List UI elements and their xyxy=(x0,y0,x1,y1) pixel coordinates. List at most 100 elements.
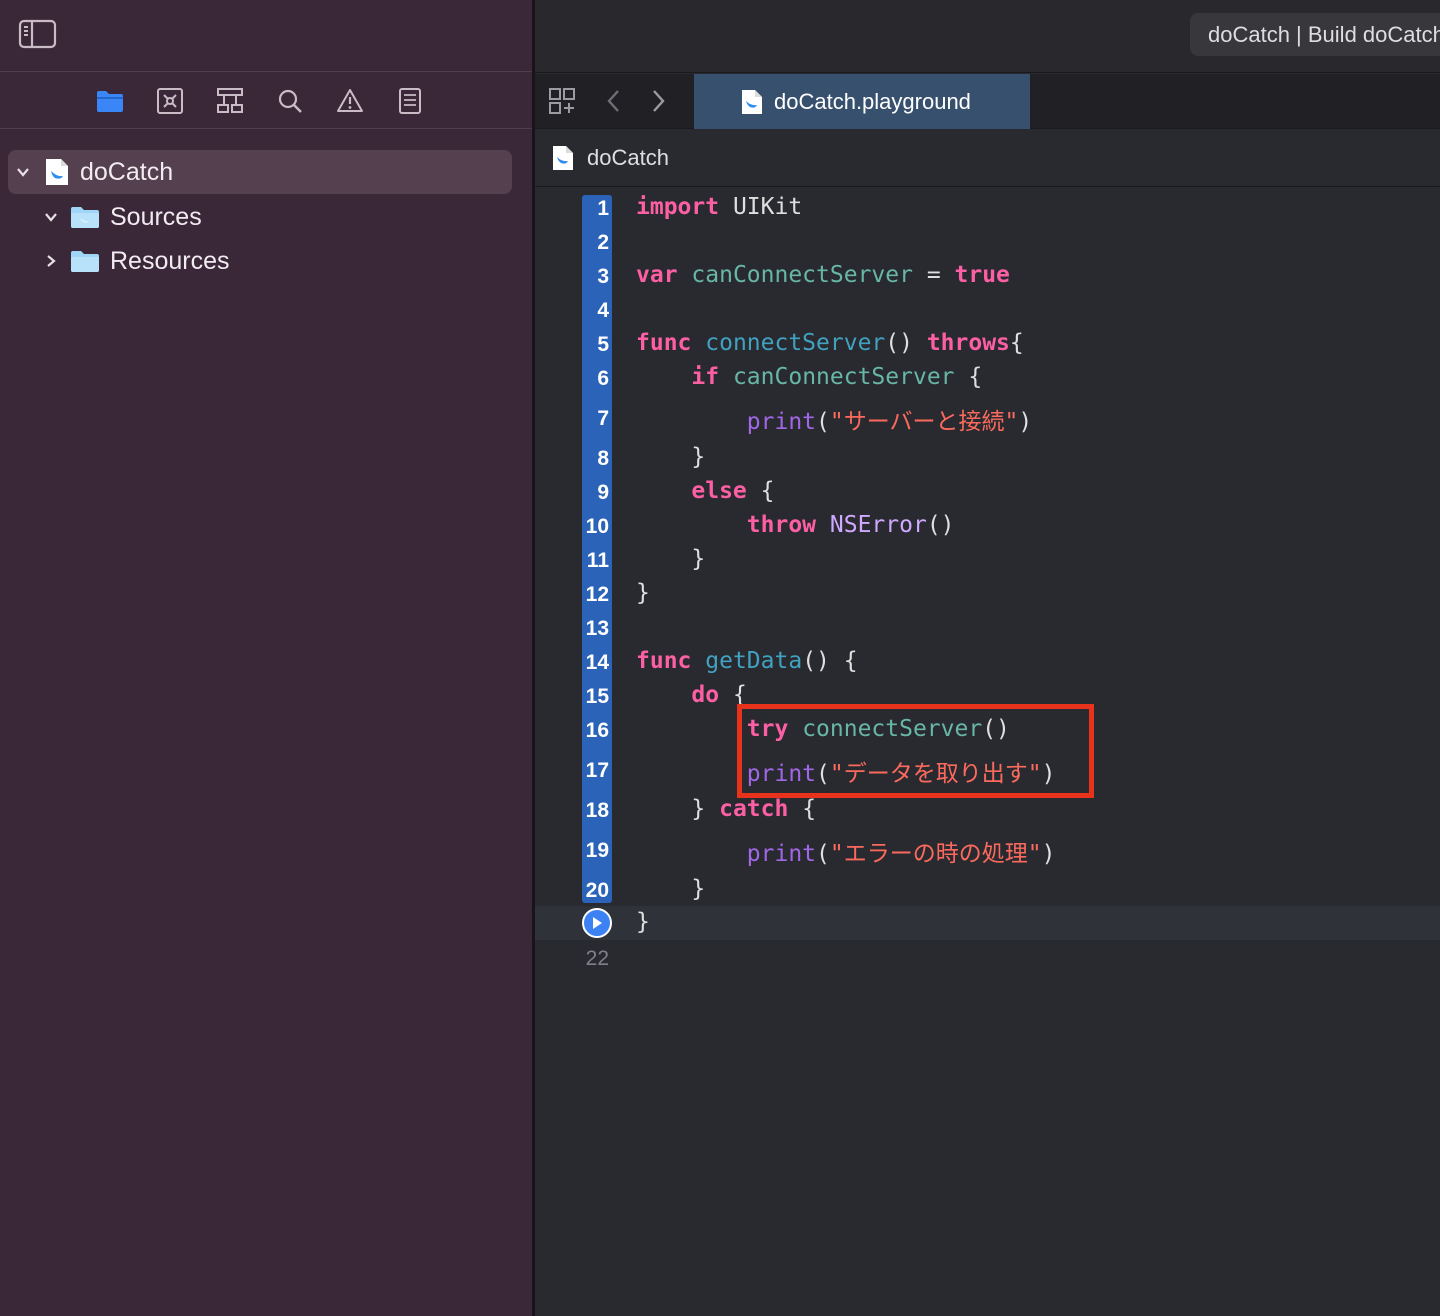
line-number: 20 xyxy=(585,879,609,902)
code-token: } xyxy=(636,546,706,572)
code-line: func connectServer() throws{ xyxy=(636,326,1024,360)
code-line: } xyxy=(636,872,705,906)
code-line: print("サーバーと接続") xyxy=(636,405,1032,439)
code-token: var xyxy=(636,262,678,288)
back-button[interactable] xyxy=(597,84,631,118)
tree-item-docatch[interactable]: doCatch xyxy=(8,150,512,194)
code-token: } xyxy=(636,909,650,935)
run-playground-button[interactable] xyxy=(582,908,612,938)
tree-item-label: doCatch xyxy=(80,157,174,186)
code-token: { xyxy=(954,364,983,390)
line-number: 13 xyxy=(585,617,609,640)
hierarchy-icon xyxy=(217,88,243,113)
code-line: do { xyxy=(636,678,746,712)
tab-report-navigator[interactable] xyxy=(394,85,426,117)
sidebar-toggle-button[interactable] xyxy=(18,18,58,50)
code-line: } xyxy=(636,905,650,939)
code-line: import UIKit xyxy=(636,190,802,224)
code-line: } xyxy=(636,576,650,610)
line-number: 6 xyxy=(597,367,609,390)
code-token: () xyxy=(926,512,955,538)
chevron-right-icon[interactable] xyxy=(36,239,66,283)
tab-docatch-playground[interactable]: doCatch.playground xyxy=(694,74,1030,129)
play-icon xyxy=(593,917,602,929)
editor-area: doCatch | Build doCatch doCatch.playgrou… xyxy=(535,0,1440,1316)
current-line-highlight xyxy=(535,906,1440,940)
line-number: 10 xyxy=(585,515,609,538)
tree-item-resources[interactable]: Resources xyxy=(36,239,512,283)
code-token: "サーバーと接続" xyxy=(829,409,1019,435)
code-line: throw NSError() xyxy=(636,508,955,542)
line-number: 17 xyxy=(585,759,609,782)
line-number: 19 xyxy=(585,839,609,862)
code-token: { xyxy=(1009,330,1024,356)
swift-playground-icon xyxy=(553,146,573,170)
line-number: 18 xyxy=(585,799,609,822)
window-toolbar: doCatch | Build doCatch xyxy=(535,0,1440,73)
code-token: } xyxy=(636,444,706,470)
code-token: = xyxy=(912,262,955,288)
list-icon xyxy=(399,88,421,114)
line-number: 4 xyxy=(597,299,609,322)
code-token: print xyxy=(746,841,817,867)
code-line: print("エラーの時の処理") xyxy=(636,837,1056,871)
line-number: 3 xyxy=(597,265,609,288)
chevron-down-icon[interactable] xyxy=(36,195,66,239)
code-token: import xyxy=(636,194,720,220)
jump-bar: doCatch xyxy=(535,130,1440,187)
tab-label: doCatch.playground xyxy=(774,88,971,114)
search-icon xyxy=(278,89,302,113)
folder-icon xyxy=(97,91,123,112)
line-number: 7 xyxy=(597,407,609,430)
code-token: } xyxy=(636,876,706,902)
tab-find-navigator[interactable] xyxy=(274,85,306,117)
code-line: var canConnectServer = true xyxy=(636,258,1010,292)
code-token: { xyxy=(788,796,817,822)
line-number: 8 xyxy=(597,447,609,470)
swift-playground-icon xyxy=(46,159,68,185)
line-number: 22 xyxy=(585,947,609,970)
forward-button[interactable] xyxy=(641,84,675,118)
code-token: func xyxy=(636,648,692,674)
line-number: 2 xyxy=(597,231,609,254)
code-token: do xyxy=(691,682,720,708)
code-token: { xyxy=(746,478,775,504)
tree-item-sources[interactable]: Sources xyxy=(36,195,512,239)
code-token: canConnectServer xyxy=(732,364,955,390)
line-number: 9 xyxy=(597,481,609,504)
code-token: else xyxy=(691,478,747,504)
line-number: 15 xyxy=(585,685,609,708)
code-token: UIKit xyxy=(719,194,803,220)
code-line: else { xyxy=(636,474,774,508)
related-items-button[interactable] xyxy=(545,84,579,118)
code-token: ) xyxy=(1018,409,1033,435)
code-token: NSError xyxy=(829,512,927,538)
line-number: 12 xyxy=(585,583,609,606)
line-number: 1 xyxy=(597,197,609,220)
tab-project-navigator[interactable] xyxy=(94,85,126,117)
code-line: if canConnectServer { xyxy=(636,360,982,394)
warning-icon xyxy=(337,89,363,112)
chevron-down-icon[interactable] xyxy=(8,150,38,194)
tab-symbol-navigator[interactable] xyxy=(214,85,246,117)
tab-source-control-navigator[interactable] xyxy=(154,85,186,117)
grid-icon xyxy=(549,88,575,114)
code-line: } xyxy=(636,542,705,576)
breadcrumb[interactable]: doCatch xyxy=(587,145,669,171)
code-token: func xyxy=(636,330,692,356)
code-token: throw xyxy=(746,512,817,538)
tab-issue-navigator[interactable] xyxy=(334,85,366,117)
code-token: } xyxy=(636,796,720,822)
code-token: connectServer xyxy=(705,330,886,356)
swift-playground-icon xyxy=(742,89,762,114)
code-line: } xyxy=(636,440,705,474)
source-control-icon xyxy=(157,88,183,114)
code-token: getData xyxy=(705,648,803,674)
